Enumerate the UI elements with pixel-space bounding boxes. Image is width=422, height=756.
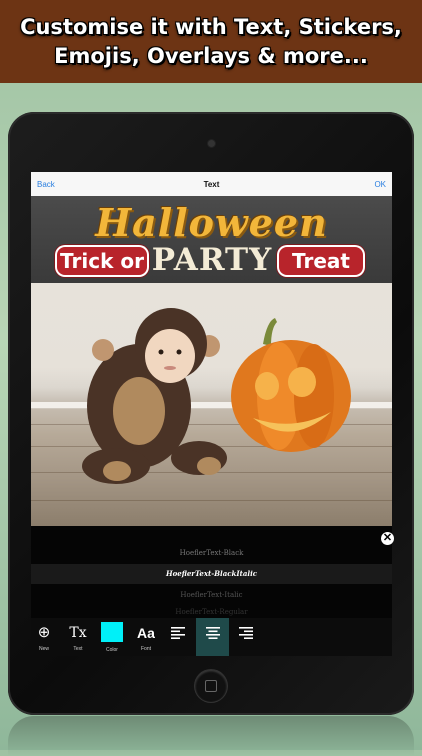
text-button-label: Text (73, 646, 83, 652)
font-icon: Aa (137, 625, 155, 641)
edited-photo: Halloween Trick or PARTY Treat (31, 196, 392, 526)
font-picker[interactable]: HoeflerText-Black HoeflerText-BlackItali… (31, 526, 392, 618)
home-button[interactable] (195, 670, 227, 702)
text-button[interactable]: Tx Text (63, 618, 93, 656)
overlay-right-pill: Treat (279, 247, 363, 275)
app-screen: Back Text OK Halloween Trick or PARTY Tr… (31, 172, 392, 656)
overlay-left-pill: Trick or (57, 247, 147, 275)
promo-headline-line2: Emojis, Overlays & more... (54, 43, 368, 68)
font-option[interactable]: HoeflerText-Italic (31, 588, 392, 602)
font-button-label: Font (140, 646, 151, 652)
font-option[interactable]: HoeflerText-Black (31, 546, 392, 560)
tablet-reflection (8, 716, 414, 756)
halloween-overlay[interactable]: Halloween Trick or PARTY Treat (31, 196, 392, 283)
new-button[interactable]: ⊕ New (31, 618, 57, 656)
baby-in-monkey-costume (82, 308, 227, 484)
carved-pumpkin (231, 318, 351, 452)
add-icon: ⊕ (37, 624, 51, 641)
text-icon: Tx (69, 625, 87, 641)
bottom-toolbar: ⊕ New Tx Text Color Aa Font (31, 618, 392, 656)
color-button[interactable]: Color (97, 618, 127, 656)
overlay-title-text: Halloween (95, 200, 328, 245)
promo-banner: Customise it with Text, Stickers, Emojis… (0, 0, 422, 83)
align-center-icon (205, 627, 220, 639)
align-left-icon (171, 627, 185, 639)
nav-title: Text (203, 180, 220, 189)
color-swatch (101, 622, 123, 642)
align-right-icon (239, 627, 253, 639)
promo-headline-line1: Customise it with Text, Stickers, (20, 14, 402, 39)
overlay-center-text: PARTY (151, 242, 273, 278)
font-button[interactable]: Aa Font (131, 618, 161, 656)
front-camera (208, 140, 215, 147)
align-right-button[interactable] (231, 618, 261, 656)
ok-button[interactable]: OK (374, 180, 386, 189)
nav-bar: Back Text OK (31, 172, 392, 197)
home-square-icon (205, 680, 217, 692)
color-button-label: Color (106, 647, 118, 653)
close-icon[interactable]: ✕ (381, 532, 394, 545)
new-button-label: New (38, 646, 49, 652)
align-center-button[interactable] (196, 618, 229, 656)
align-left-button[interactable] (163, 618, 193, 656)
font-option-selected[interactable]: HoeflerText-BlackItalic (31, 564, 392, 584)
font-option[interactable]: HoeflerText-Regular (31, 606, 392, 618)
